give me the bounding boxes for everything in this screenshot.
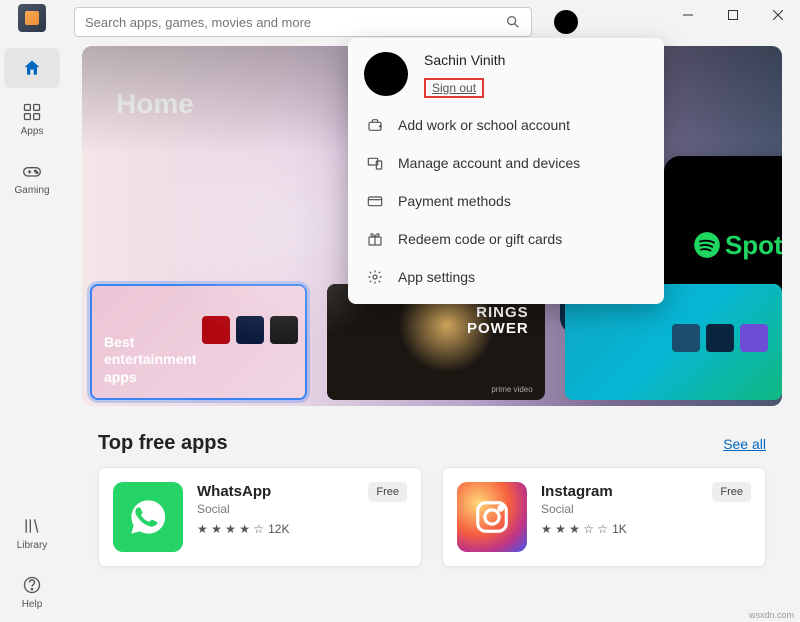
menu-label: Manage account and devices (398, 155, 580, 171)
search-input[interactable] (85, 15, 497, 30)
menu-label: Payment methods (398, 193, 511, 209)
price-badge[interactable]: Free (368, 482, 407, 502)
card-icon (366, 192, 384, 210)
see-all-link[interactable]: See all (723, 436, 766, 452)
app-category: Social (541, 502, 698, 516)
menu-label: Redeem code or gift cards (398, 231, 562, 247)
app-name: WhatsApp (197, 482, 354, 502)
store-logo-icon (18, 4, 46, 32)
prime-video-label: prime video (491, 385, 532, 394)
section-title: Top free apps (98, 432, 228, 455)
app-card-whatsapp[interactable]: WhatsApp Social ★ ★ ★ ★ ☆ 12K Free (98, 467, 422, 567)
search-box[interactable] (74, 7, 532, 37)
whatsapp-icon (113, 482, 183, 552)
briefcase-icon (366, 116, 384, 134)
user-avatar[interactable] (554, 10, 578, 34)
app-name: Instagram (541, 482, 698, 502)
nav-library-label: Library (17, 540, 48, 551)
nav-library[interactable]: Library (4, 506, 60, 561)
maximize-button[interactable] (710, 0, 755, 30)
app-rating: ★ ★ ★ ☆ ☆ 1K (541, 522, 698, 536)
apps-icon (22, 102, 42, 122)
page-title: Home (116, 88, 194, 120)
sidebar: Apps Gaming Library Help (0, 0, 64, 622)
watermark: wsxdn.com (749, 610, 794, 620)
app-card-instagram[interactable]: Instagram Social ★ ★ ★ ☆ ☆ 1K Free (442, 467, 766, 567)
hero-card-entertainment-label: Best entertainment apps (104, 334, 194, 387)
minimize-button[interactable] (665, 0, 710, 30)
close-button[interactable] (755, 0, 800, 30)
menu-add-work-account[interactable]: Add work or school account (348, 106, 664, 144)
hero-tile-spotify[interactable]: Spotify (664, 156, 782, 334)
menu-payment[interactable]: Payment methods (348, 182, 664, 220)
nav-gaming[interactable]: Gaming (4, 151, 60, 206)
hero-card-entertainment[interactable]: Best entertainment apps (90, 284, 307, 400)
nav-apps[interactable]: Apps (4, 92, 60, 147)
nav-gaming-label: Gaming (14, 185, 49, 196)
price-badge[interactable]: Free (712, 482, 751, 502)
gear-icon (366, 268, 384, 286)
library-icon (22, 516, 42, 536)
instagram-icon (457, 482, 527, 552)
user-avatar-large (364, 52, 408, 96)
nav-help[interactable]: Help (4, 565, 60, 620)
sign-out-link[interactable]: Sign out (424, 78, 484, 98)
user-menu-popup: Sachin Vinith Sign out Add work or schoo… (348, 38, 664, 304)
search-icon (505, 14, 521, 30)
nav-home[interactable] (4, 48, 60, 88)
menu-manage-account[interactable]: Manage account and devices (348, 144, 664, 182)
help-icon (22, 575, 42, 595)
menu-settings[interactable]: App settings (348, 258, 664, 296)
nav-apps-label: Apps (21, 126, 44, 137)
nav-help-label: Help (22, 599, 43, 610)
menu-label: App settings (398, 269, 475, 285)
user-name: Sachin Vinith (424, 52, 505, 68)
home-icon (22, 58, 42, 78)
devices-icon (366, 154, 384, 172)
app-rating: ★ ★ ★ ★ ☆ 12K (197, 522, 354, 536)
menu-redeem[interactable]: Redeem code or gift cards (348, 220, 664, 258)
app-category: Social (197, 502, 354, 516)
gaming-icon (22, 161, 42, 181)
menu-label: Add work or school account (398, 117, 570, 133)
spotify-label: Spotify (693, 230, 782, 261)
gift-icon (366, 230, 384, 248)
